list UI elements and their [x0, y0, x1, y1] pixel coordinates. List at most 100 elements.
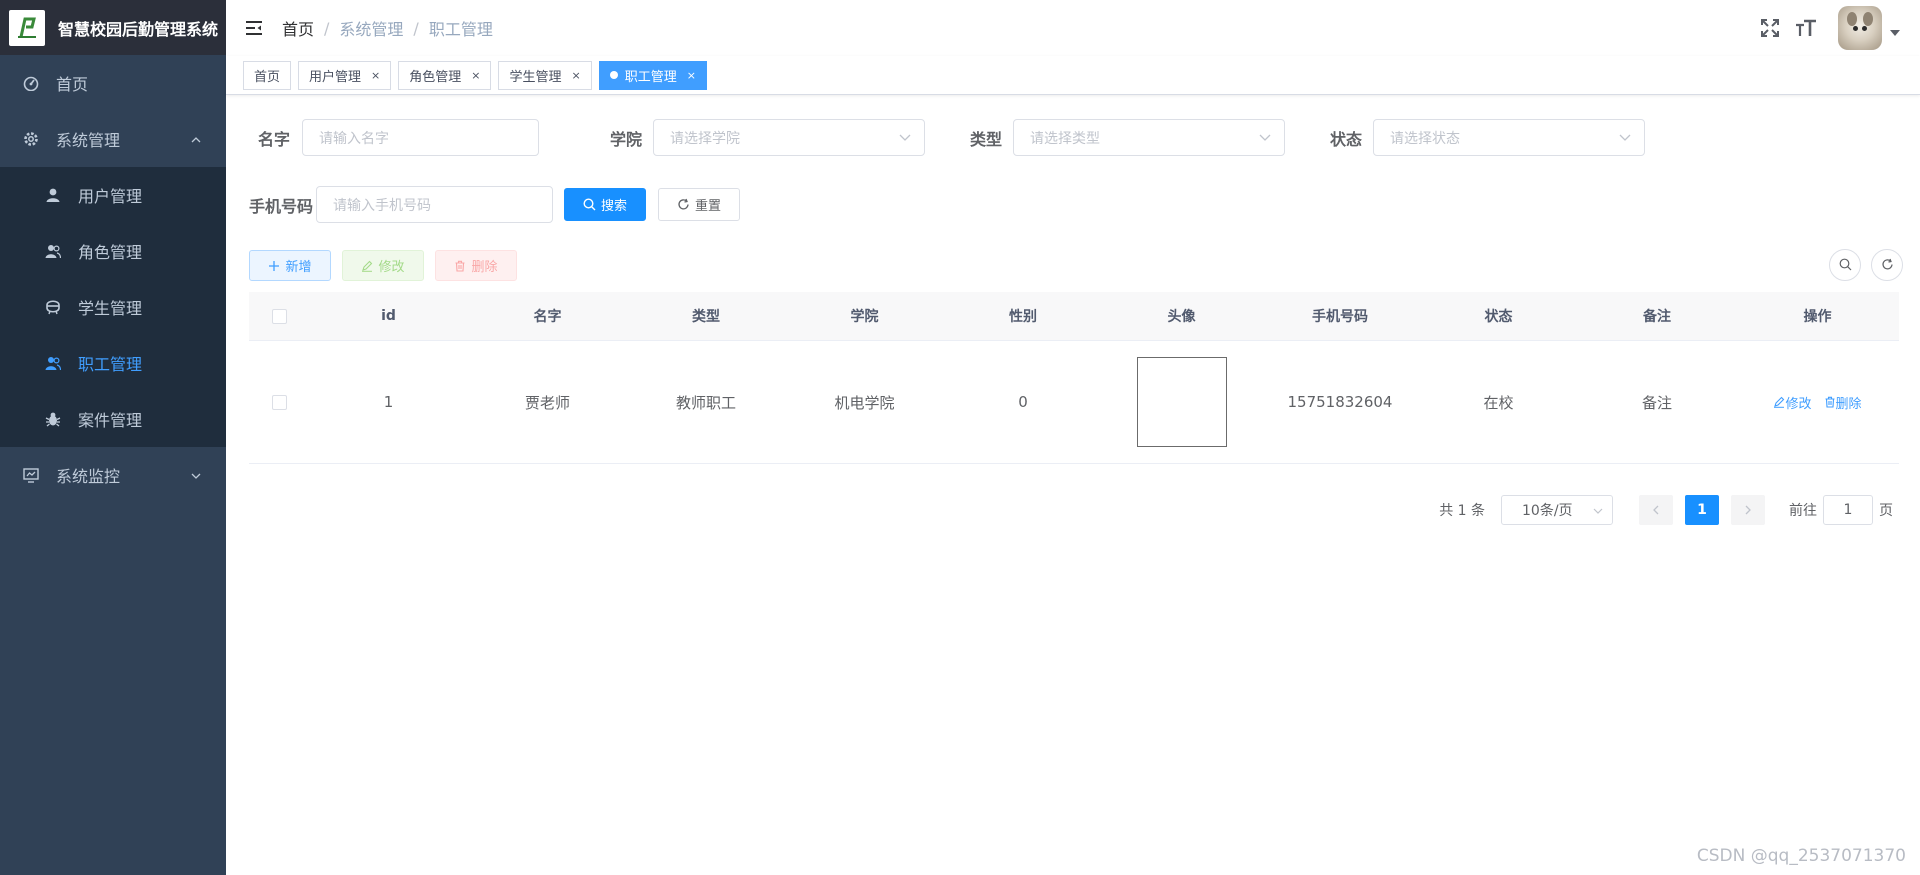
- peoples-icon: [44, 242, 62, 260]
- tag-staff[interactable]: 职工管理 ×: [598, 60, 707, 90]
- select-all-checkbox[interactable]: [271, 308, 287, 324]
- edit-icon: [361, 260, 373, 272]
- delete-button[interactable]: 删除: [435, 250, 517, 281]
- sidebar-item-label: 学生管理: [78, 299, 143, 318]
- search-icon: [583, 198, 596, 211]
- sidebar-item-label: 角色管理: [78, 243, 143, 262]
- table-row: 1 贾老师 教师职工 机电学院 0 15751832604 在校 备注 修改 删…: [249, 341, 1899, 464]
- logo: [9, 9, 45, 46]
- goto-suffix: 页: [1879, 503, 1893, 519]
- reset-button-label: 重置: [694, 199, 721, 214]
- phone-input[interactable]: 请输入手机号码: [316, 186, 553, 223]
- goto-page-input[interactable]: 1: [1823, 495, 1873, 525]
- header-name: 名字: [533, 309, 562, 325]
- header-status: 状态: [1484, 309, 1513, 325]
- sidebar: 智慧校园后勤管理系统 首页 系统管理 用户管理 角色管理 学生管理 职工管理 案…: [0, 0, 226, 875]
- sidebar-item-roles[interactable]: 角色管理: [0, 223, 226, 279]
- close-icon[interactable]: ×: [572, 69, 581, 82]
- row-edit-link[interactable]: 修改: [1773, 393, 1812, 412]
- status-label: 状态: [1329, 129, 1362, 149]
- bug-icon: [44, 410, 62, 428]
- header-id: id: [381, 308, 396, 324]
- row-select-cell: [249, 394, 309, 410]
- avatar[interactable]: [1838, 6, 1882, 50]
- header-remark: 备注: [1643, 309, 1671, 325]
- cell-phone: 15751832604: [1287, 393, 1393, 411]
- tag-users[interactable]: 用户管理 ×: [298, 60, 392, 90]
- cell-gender: 0: [1018, 393, 1028, 411]
- navbar-right: [1758, 0, 1920, 56]
- sidebar-item-staff[interactable]: 职工管理: [0, 335, 226, 391]
- caret-down-icon[interactable]: [1890, 30, 1900, 36]
- next-page-button[interactable]: [1731, 495, 1765, 525]
- reset-button[interactable]: 重置: [658, 188, 740, 221]
- breadcrumb-home[interactable]: 首页: [282, 16, 314, 40]
- staff-icon: [44, 354, 62, 372]
- row-checkbox[interactable]: [271, 394, 287, 410]
- font-size-icon[interactable]: [1794, 16, 1818, 40]
- sidebar-item-monitor[interactable]: 系统监控: [0, 447, 226, 503]
- add-button[interactable]: 新增: [249, 250, 331, 281]
- plus-icon: [268, 260, 280, 272]
- chevron-down-icon: [1258, 130, 1272, 148]
- chevron-up-icon: [190, 131, 202, 150]
- edit-button[interactable]: 修改: [342, 250, 424, 281]
- breadcrumb-separator: /: [413, 18, 419, 38]
- tag-label: 用户管理: [309, 69, 362, 85]
- header-avatar: 头像: [1167, 309, 1196, 325]
- page-number-current[interactable]: 1: [1685, 495, 1719, 525]
- sidebar-item-label: 职工管理: [78, 355, 143, 374]
- sidebar-item-system[interactable]: 系统管理: [0, 111, 226, 167]
- header-gender: 性别: [1009, 309, 1037, 325]
- cell-remark: 备注: [1641, 393, 1672, 412]
- edit-icon: [1774, 396, 1785, 408]
- cell-actions: 修改 删除: [1736, 393, 1899, 412]
- type-label: 类型: [969, 129, 1002, 149]
- edit-button-label: 修改: [378, 260, 405, 275]
- avatar-image[interactable]: [1136, 357, 1227, 447]
- header-actions: 操作: [1803, 309, 1832, 325]
- header-college: 学院: [850, 309, 879, 325]
- close-icon[interactable]: ×: [371, 69, 380, 82]
- prev-page-button[interactable]: [1639, 495, 1673, 525]
- close-icon[interactable]: ×: [687, 69, 696, 82]
- tag-roles[interactable]: 角色管理 ×: [398, 60, 492, 90]
- sidebar-item-home[interactable]: 首页: [0, 55, 226, 111]
- add-button-label: 新增: [285, 260, 312, 275]
- refresh-table-button[interactable]: [1871, 249, 1903, 281]
- tag-label: 学生管理: [509, 69, 562, 85]
- name-input[interactable]: 请输入名字: [302, 119, 539, 156]
- sidebar-item-students[interactable]: 学生管理: [0, 279, 226, 335]
- type-select[interactable]: 请选择类型: [1013, 119, 1285, 156]
- sidebar-item-label: 系统管理: [56, 131, 121, 150]
- fullscreen-icon[interactable]: [1758, 16, 1782, 40]
- college-select[interactable]: 请选择学院: [653, 119, 925, 156]
- search-button[interactable]: 搜索: [564, 188, 646, 221]
- sidebar-item-users[interactable]: 用户管理: [0, 167, 226, 223]
- sidebar-item-label: 案件管理: [78, 411, 143, 430]
- sidebar-item-label: 用户管理: [78, 187, 143, 206]
- tag-home[interactable]: 首页: [243, 60, 292, 90]
- student-icon: [44, 298, 62, 316]
- status-select[interactable]: 请选择状态: [1373, 119, 1645, 156]
- cell-type: 教师职工: [675, 393, 736, 412]
- page-size-select[interactable]: 10条/页: [1501, 495, 1613, 525]
- close-icon[interactable]: ×: [471, 69, 480, 82]
- select-all-cell: [249, 308, 309, 324]
- hamburger-icon[interactable]: [244, 18, 264, 38]
- watermark: CSDN @qq_2537071370: [1696, 846, 1906, 866]
- breadcrumb-current: 职工管理: [428, 20, 493, 39]
- staff-table: id 名字 类型 学院 性别 头像 手机号码 状态 备注 操作 1 贾老师 教师…: [249, 292, 1899, 464]
- sidebar-item-cases[interactable]: 案件管理: [0, 391, 226, 447]
- table-header: id 名字 类型 学院 性别 头像 手机号码 状态 备注 操作: [249, 292, 1899, 341]
- toggle-search-button[interactable]: [1829, 249, 1861, 281]
- dashboard-icon: [22, 74, 40, 92]
- pagination-total: 共 1 条: [1439, 503, 1485, 519]
- tag-students[interactable]: 学生管理 ×: [498, 60, 592, 90]
- sidebar-item-label: 首页: [56, 75, 89, 94]
- row-delete-link[interactable]: 删除: [1824, 393, 1862, 412]
- main-area: 首页 / 系统管理 / 职工管理 首页 用户管理 × 角色管理 × 学生管理 ×…: [226, 0, 1920, 875]
- delete-button-label: 删除: [471, 260, 498, 275]
- submenu-system: 用户管理 角色管理 学生管理 职工管理 案件管理: [0, 167, 226, 447]
- type-placeholder: 请选择类型: [1030, 130, 1100, 147]
